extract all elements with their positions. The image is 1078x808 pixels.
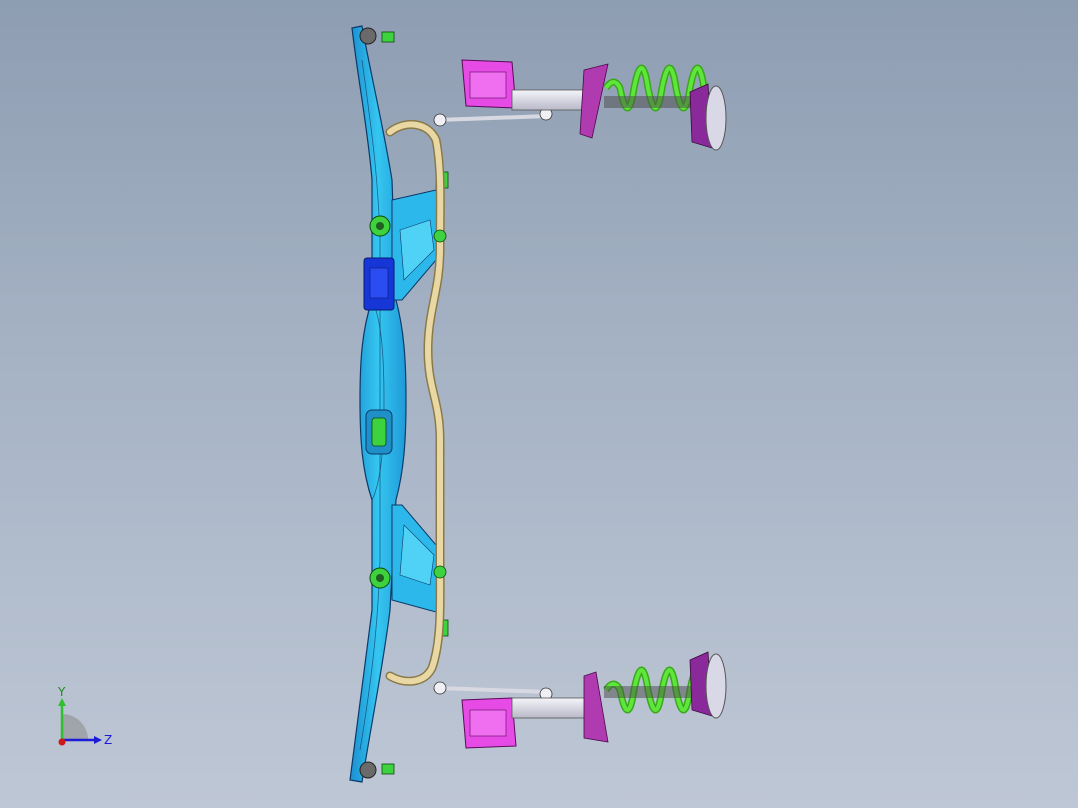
y-axis-arrowhead [58,698,66,706]
subframe-crossmember[interactable] [349,25,407,783]
z-axis-arrowhead [94,736,102,744]
frame-bushing-lower[interactable] [369,567,391,589]
triad-plane [62,714,88,740]
engine-mount-block[interactable] [363,257,395,311]
ball-joint-bottom[interactable] [359,761,395,779]
axis-triad-icon: Y Z [57,685,112,747]
suspension-assembly-model[interactable] [0,0,1078,808]
strut-assembly-lower[interactable] [433,651,727,749]
x-axis-point [58,738,66,746]
strut-assembly-upper[interactable] [433,59,727,151]
graphics-viewport[interactable]: Y Z [0,0,1078,808]
y-axis-label: Y [57,685,66,699]
center-mount-bushing[interactable] [365,409,393,455]
frame-bushing-upper[interactable] [369,215,391,237]
z-axis-label: Z [104,733,112,747]
ball-joint-top[interactable] [359,27,395,45]
